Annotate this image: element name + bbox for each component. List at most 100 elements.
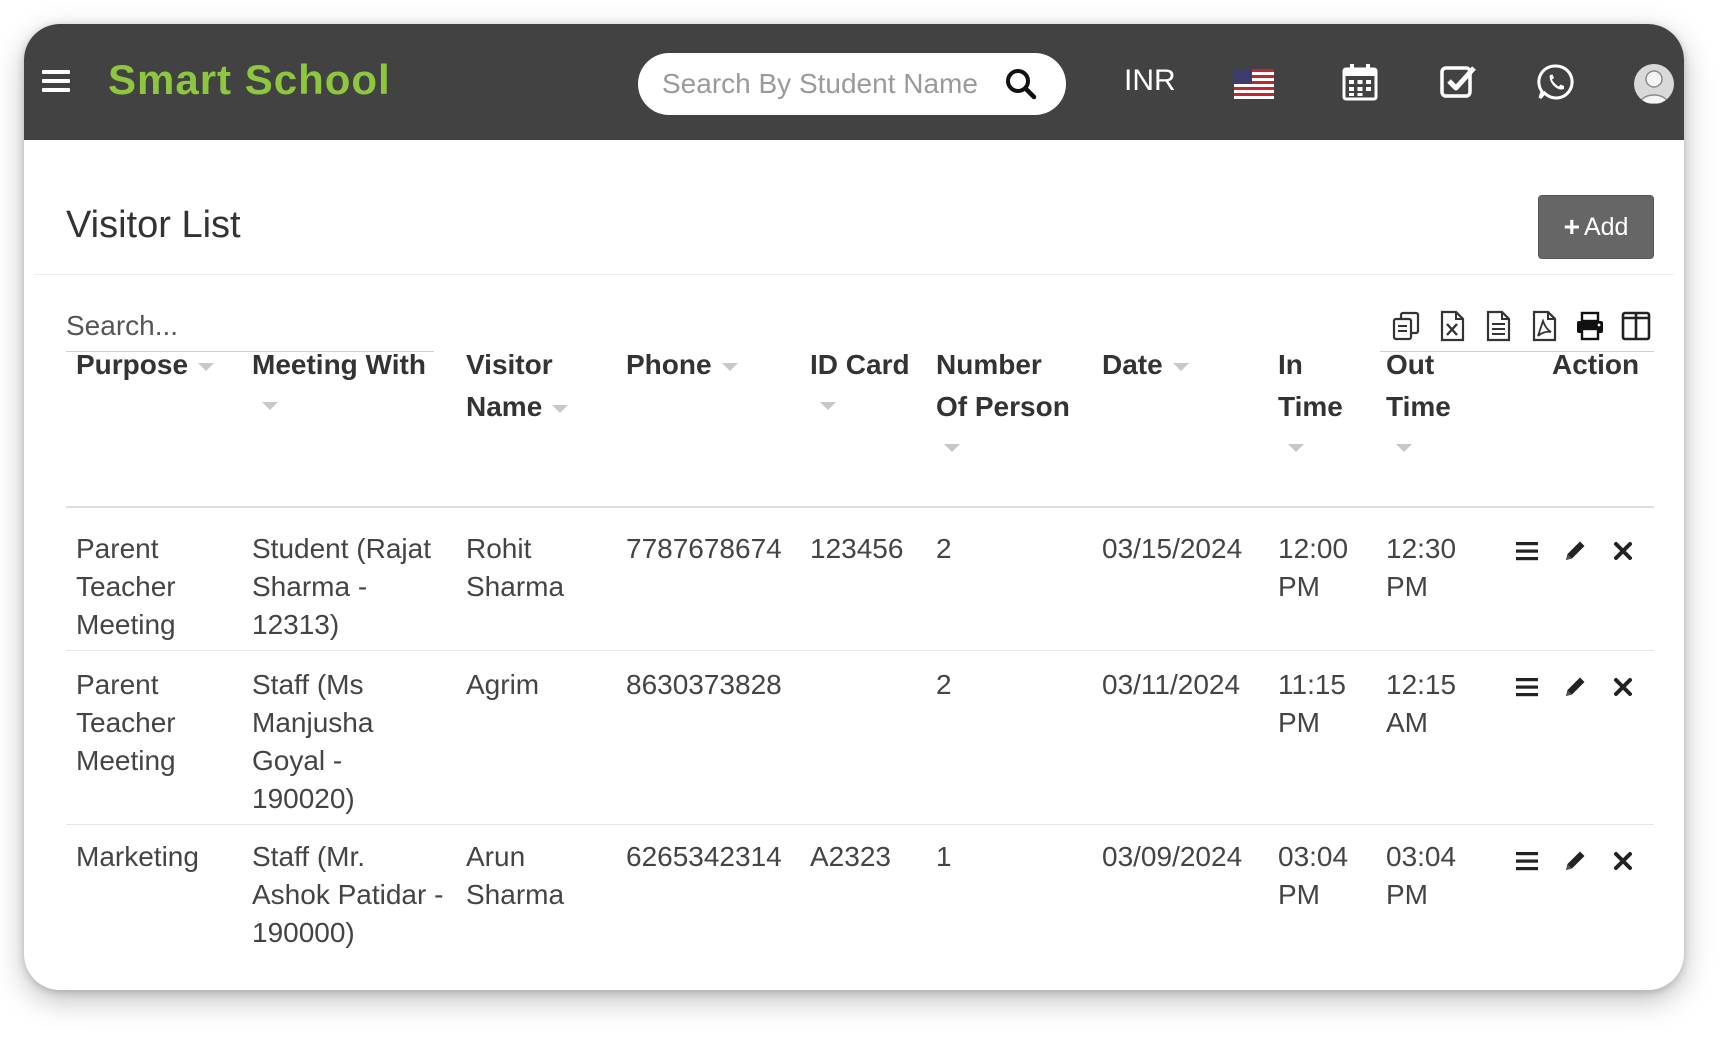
row-divider — [66, 650, 1654, 651]
cell-line: 190020) — [252, 783, 355, 814]
copy-icon[interactable] — [1390, 310, 1422, 342]
cell-line: 12:00 — [1278, 533, 1349, 564]
top-navbar: Smart School INR — [24, 24, 1684, 140]
search-icon[interactable] — [1004, 67, 1038, 101]
cell-line: Teacher — [76, 707, 176, 738]
user-avatar[interactable] — [1634, 64, 1674, 104]
view-icon[interactable] — [1514, 848, 1540, 874]
cell-visitor-name: Rohit Sharma — [466, 530, 564, 606]
cell-date: 03/11/2024 — [1102, 669, 1241, 700]
cell-line: PM — [1278, 707, 1320, 738]
sort-caret-icon — [1396, 444, 1412, 452]
col-header-number-line1: Number — [936, 349, 1042, 380]
page-title: Visitor List — [66, 204, 241, 246]
delete-icon[interactable] — [1610, 848, 1636, 874]
brand-logo-text[interactable]: Smart School — [108, 56, 391, 104]
columns-icon[interactable] — [1620, 310, 1652, 342]
csv-icon[interactable] — [1482, 310, 1514, 342]
cell-out-time: 03:04 PM — [1386, 838, 1456, 914]
cell-line: Staff (Ms — [252, 669, 364, 700]
col-header-number-line2: Of Person — [936, 391, 1070, 422]
sort-caret-icon — [1172, 362, 1189, 371]
delete-icon[interactable] — [1610, 674, 1636, 700]
add-button-label: Add — [1583, 212, 1629, 241]
task-checkbox-icon[interactable] — [1438, 62, 1478, 102]
cell-line: 12:30 — [1386, 533, 1457, 564]
currency-selector[interactable]: INR — [1124, 64, 1176, 98]
sort-caret-icon — [820, 402, 836, 410]
col-header-purpose-label: Purpose — [76, 349, 189, 380]
cell-line: 190000) — [252, 917, 355, 948]
col-header-meeting-with[interactable]: Meeting With — [252, 344, 426, 410]
edit-icon[interactable] — [1562, 848, 1588, 874]
cell-line: Meeting — [76, 609, 176, 640]
cell-line: Parent — [76, 669, 159, 700]
cell-out-time: 12:15 AM — [1386, 666, 1456, 742]
cell-line: AM — [1386, 707, 1428, 738]
col-header-visitor-name[interactable]: Visitor Name — [466, 344, 569, 428]
view-icon[interactable] — [1514, 674, 1540, 700]
pdf-icon[interactable] — [1528, 310, 1560, 342]
print-icon[interactable] — [1574, 310, 1606, 342]
cell-line: PM — [1278, 879, 1320, 910]
cell-line: 12:15 — [1386, 669, 1457, 700]
cell-line: PM — [1278, 571, 1320, 602]
cell-number-of-person: 2 — [936, 533, 952, 564]
menu-toggle-icon[interactable] — [42, 70, 70, 92]
cell-line: Rohit — [466, 533, 532, 564]
cell-visitor-name: Arun Sharma — [466, 838, 564, 914]
edit-icon[interactable] — [1562, 674, 1588, 700]
col-header-action: Action — [1552, 349, 1640, 380]
cell-line: Student (Rajat — [252, 533, 431, 564]
col-header-phone[interactable]: Phone — [626, 344, 738, 386]
col-header-phone-label: Phone — [626, 349, 712, 380]
cell-line: PM — [1386, 571, 1428, 602]
cell-line: Ashok Patidar - — [252, 879, 444, 910]
student-search-box — [638, 53, 1066, 115]
student-search-input[interactable] — [662, 63, 992, 105]
plus-icon: + — [1563, 211, 1580, 242]
cell-id-card: 123456 — [810, 533, 904, 564]
add-visitor-button[interactable]: + Add — [1538, 195, 1654, 259]
edit-icon[interactable] — [1562, 538, 1588, 564]
view-icon[interactable] — [1514, 538, 1540, 564]
excel-icon[interactable] — [1436, 310, 1468, 342]
sort-caret-icon — [944, 444, 960, 452]
cell-line: 11:15 — [1278, 669, 1346, 700]
col-header-id-card[interactable]: ID Card — [810, 344, 910, 410]
cell-meeting-with: Staff (Ms Manjusha Goyal - 190020) — [252, 666, 373, 818]
cell-id-card: A2323 — [810, 841, 891, 872]
user-profile-icon — [1639, 70, 1669, 104]
cell-line: PM — [1386, 879, 1428, 910]
header-divider — [34, 274, 1674, 275]
cell-in-time: 03:04 PM — [1278, 838, 1348, 914]
col-header-out-time[interactable]: Out Time — [1386, 344, 1451, 452]
col-header-purpose[interactable]: Purpose — [76, 344, 215, 386]
calendar-icon[interactable] — [1340, 62, 1380, 102]
us-flag-icon[interactable] — [1234, 69, 1274, 99]
cell-line: Meeting — [76, 745, 176, 776]
col-header-visitor-name-line2: Name — [466, 391, 543, 422]
col-header-date[interactable]: Date — [1102, 344, 1189, 386]
cell-number-of-person: 1 — [936, 841, 952, 872]
app-window: Smart School INR — [24, 24, 1684, 990]
cell-purpose: Parent Teacher Meeting — [76, 666, 176, 780]
whatsapp-icon[interactable] — [1536, 62, 1576, 102]
cell-date: 03/09/2024 — [1102, 841, 1243, 872]
delete-icon[interactable] — [1610, 538, 1636, 564]
col-header-number-of-person[interactable]: Number Of Person — [936, 344, 1070, 452]
cell-line: Staff (Mr. — [252, 841, 366, 872]
cell-purpose: Marketing — [76, 838, 199, 876]
cell-line: Agrim — [466, 669, 540, 700]
cell-line: Goyal - — [252, 745, 343, 776]
col-header-id-card-label: ID Card — [810, 349, 910, 380]
sort-caret-icon — [198, 362, 215, 371]
cell-line: 03:04 — [1386, 841, 1457, 872]
cell-visitor-name: Agrim — [466, 666, 539, 704]
cell-purpose: Parent Teacher Meeting — [76, 530, 176, 644]
cell-date: 03/15/2024 — [1102, 533, 1243, 564]
col-header-in-time[interactable]: In Time — [1278, 344, 1343, 452]
cell-phone: 7787678674 — [626, 533, 782, 564]
cell-line: Marketing — [76, 841, 199, 872]
cell-line: Arun — [466, 841, 526, 872]
